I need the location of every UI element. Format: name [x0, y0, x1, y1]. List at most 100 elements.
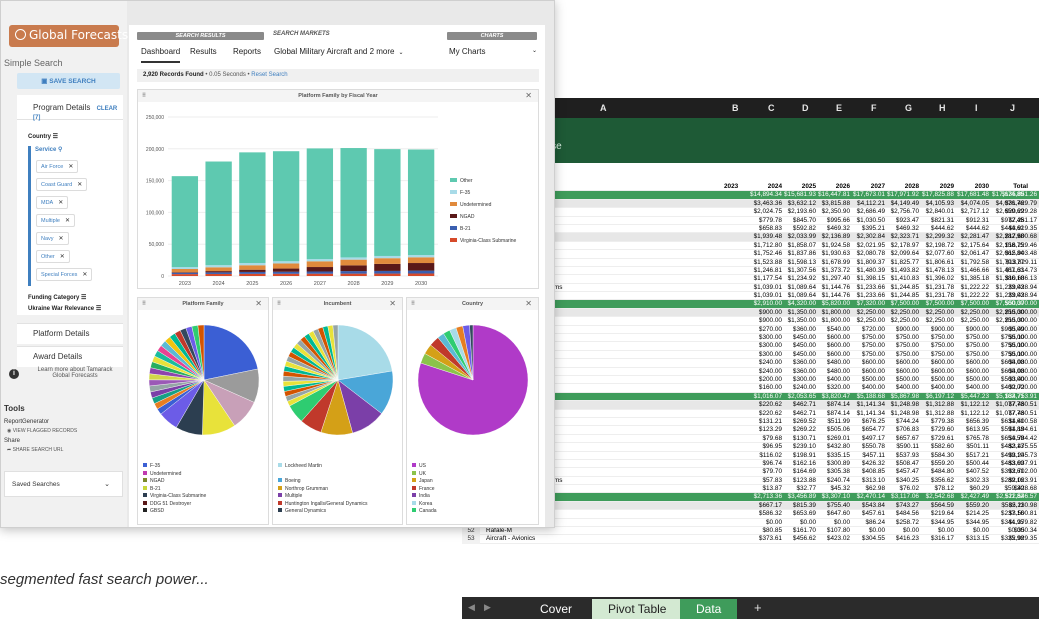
sheet-cell[interactable]: $300.00 [746, 334, 782, 341]
market-select[interactable]: Global Military Aircraft and 2 more ⌄ [274, 47, 404, 56]
sheet-cell[interactable]: $1,678.99 [814, 259, 850, 266]
sheet-cell[interactable]: $4,074.05 [953, 200, 989, 207]
sheet-cell[interactable]: $5,820.00 [814, 300, 850, 307]
bar-segment[interactable] [205, 271, 232, 273]
sheet-cell[interactable]: $16,229.46 [999, 242, 1037, 249]
sheet-cell[interactable]: $161.70 [780, 527, 816, 534]
sheet-cell[interactable]: $300.00 [746, 351, 782, 358]
view-flagged-records-link[interactable]: ◉ VIEW FLAGGED RECORDS [7, 428, 77, 434]
sheet-cell[interactable]: $729.61 [918, 435, 954, 442]
saved-searches-dropdown[interactable]: Saved Searches ⌄ [4, 471, 123, 497]
sheet-cell[interactable]: $750.00 [883, 342, 919, 349]
save-search-button[interactable]: ▣ SAVE SEARCH [17, 73, 120, 89]
sheet-cell[interactable]: $2,299.32 [918, 233, 954, 240]
sheet-cell[interactable]: $2,080.78 [849, 250, 885, 257]
next-sheet-icon[interactable]: ▶ [484, 602, 491, 613]
sheet-cell[interactable]: $1,924.58 [814, 242, 850, 249]
sheet-cell[interactable]: $2,023.91 [999, 477, 1037, 484]
logo[interactable]: Global Forecasts [9, 25, 128, 47]
sheet-cell[interactable]: $4,400.58 [999, 418, 1037, 425]
sheet-cell[interactable]: $1,806.61 [918, 259, 954, 266]
sheet-cell[interactable]: $501.11 [953, 443, 989, 450]
bar-segment[interactable] [407, 273, 435, 276]
sheet-cell[interactable]: $600.00 [953, 359, 989, 366]
sheet-cell[interactable]: $1,312.88 [918, 410, 954, 417]
sheet-cell[interactable]: $240.74 [814, 477, 850, 484]
sheet-cell[interactable]: $456.62 [780, 535, 816, 542]
sheet-cell[interactable]: $2,350.90 [814, 208, 850, 215]
sheet-cell[interactable]: $5,100.00 [999, 351, 1037, 358]
close-icon[interactable]: ✕ [65, 218, 70, 224]
sheet-cell[interactable]: $300.00 [780, 376, 816, 383]
sheet-cell[interactable]: $1,800.00 [814, 317, 850, 324]
sheet-cell[interactable]: $3,307.10 [814, 493, 850, 500]
sheet-cell[interactable]: $400.00 [953, 384, 989, 391]
sheet-cell[interactable]: $0.00 [953, 527, 989, 534]
sheet-cell[interactable]: $462.71 [780, 401, 816, 408]
sheet-cell[interactable]: $2,024.75 [746, 208, 782, 215]
column-header-f[interactable]: F [871, 103, 877, 113]
sheet-cell[interactable]: $432.80 [814, 443, 850, 450]
bar-segment[interactable] [407, 263, 435, 271]
sheet-cell[interactable]: $1,350.00 [780, 317, 816, 324]
sheet-cell[interactable]: $1,712.80 [746, 242, 782, 249]
bar-segment[interactable] [239, 273, 266, 276]
column-header-h[interactable]: H [939, 103, 946, 113]
sheet-cell[interactable]: $1,234.92 [780, 275, 816, 282]
sheet-cell[interactable]: $1,089.64 [780, 292, 816, 299]
sheet-cell[interactable]: $2,720.00 [999, 384, 1037, 391]
sheet-cell[interactable]: $1,231.78 [918, 292, 954, 299]
bar-segment[interactable] [205, 273, 232, 276]
sheet-cell[interactable]: $600.00 [849, 368, 885, 375]
close-icon[interactable]: ✕ [58, 200, 63, 206]
sheet-cell[interactable]: $13.87 [746, 485, 782, 492]
sheet-cell[interactable]: $1,248.98 [883, 410, 919, 417]
sheet-cell[interactable]: $2,686.49 [849, 208, 885, 215]
sheet-cell[interactable]: $1,385.18 [953, 275, 989, 282]
sheet-cell[interactable]: $2,281.47 [953, 233, 989, 240]
bar-segment[interactable] [171, 274, 199, 276]
sheet-cell[interactable]: $480.00 [814, 368, 850, 375]
sheet-cell[interactable]: $340.25 [883, 477, 919, 484]
sheet-cell[interactable]: $258.72 [883, 519, 919, 526]
sheet-cell[interactable]: $4,320.00 [780, 300, 816, 307]
sheet-cell[interactable]: $4,105.93 [918, 200, 954, 207]
sheet-cell[interactable]: $1,800.00 [814, 309, 850, 316]
sheet-cell[interactable]: $198.91 [780, 452, 816, 459]
sheet-cell[interactable]: $1,246.81 [746, 267, 782, 274]
sheet-cell[interactable]: $484.56 [883, 510, 919, 517]
sheet-cell[interactable]: $57.83 [746, 477, 782, 484]
sheet-cell[interactable]: $3,919.35 [999, 225, 1037, 232]
bar-segment[interactable] [272, 273, 300, 276]
sheet-cell[interactable]: $600.00 [953, 368, 989, 375]
sheet-cell[interactable]: $600.00 [814, 334, 850, 341]
sheet-cell[interactable]: $1,233.66 [849, 284, 885, 291]
sheet-cell[interactable]: $313.15 [953, 535, 989, 542]
service-chip[interactable]: Other ✕ [36, 250, 70, 263]
drag-handle-icon[interactable]: ⠿ [142, 298, 146, 310]
sheet-cell[interactable]: $2,061.47 [953, 250, 989, 257]
sheet-cell[interactable]: $1,598.13 [780, 259, 816, 266]
sheet-cell[interactable]: $15,681.93 [780, 191, 816, 198]
sheet-cell[interactable]: $4,080.00 [999, 359, 1037, 366]
sheet-cell[interactable]: $86.24 [849, 519, 885, 526]
sheet-cell[interactable]: $706.83 [883, 426, 919, 433]
sheet-cell[interactable]: $360.00 [780, 368, 816, 375]
sheet-cell[interactable]: $750.00 [883, 351, 919, 358]
sheet-cell[interactable]: $582.60 [918, 443, 954, 450]
sheet-cell[interactable]: $269.01 [814, 435, 850, 442]
sheet-cell[interactable]: $1,493.82 [883, 267, 919, 274]
sheet-cell[interactable]: $5,188.68 [849, 393, 885, 400]
sheet-cell[interactable]: $1,231.78 [918, 284, 954, 291]
sheet-cell[interactable]: $923.47 [883, 217, 919, 224]
sheet-cell[interactable]: $750.00 [918, 334, 954, 341]
sheet-cell[interactable]: $469.32 [883, 225, 919, 232]
bar-segment[interactable] [239, 271, 266, 274]
pie-slice[interactable] [337, 324, 393, 381]
sheet-cell[interactable]: $1,039.01 [746, 284, 782, 291]
sheet-cell[interactable]: $1,480.39 [849, 267, 885, 274]
sheet-cell[interactable]: $3,820.47 [814, 393, 850, 400]
sheet-cell[interactable]: $590.11 [883, 443, 919, 450]
sheet-cell[interactable]: $219.64 [918, 510, 954, 517]
column-header-a[interactable]: A [600, 103, 607, 113]
